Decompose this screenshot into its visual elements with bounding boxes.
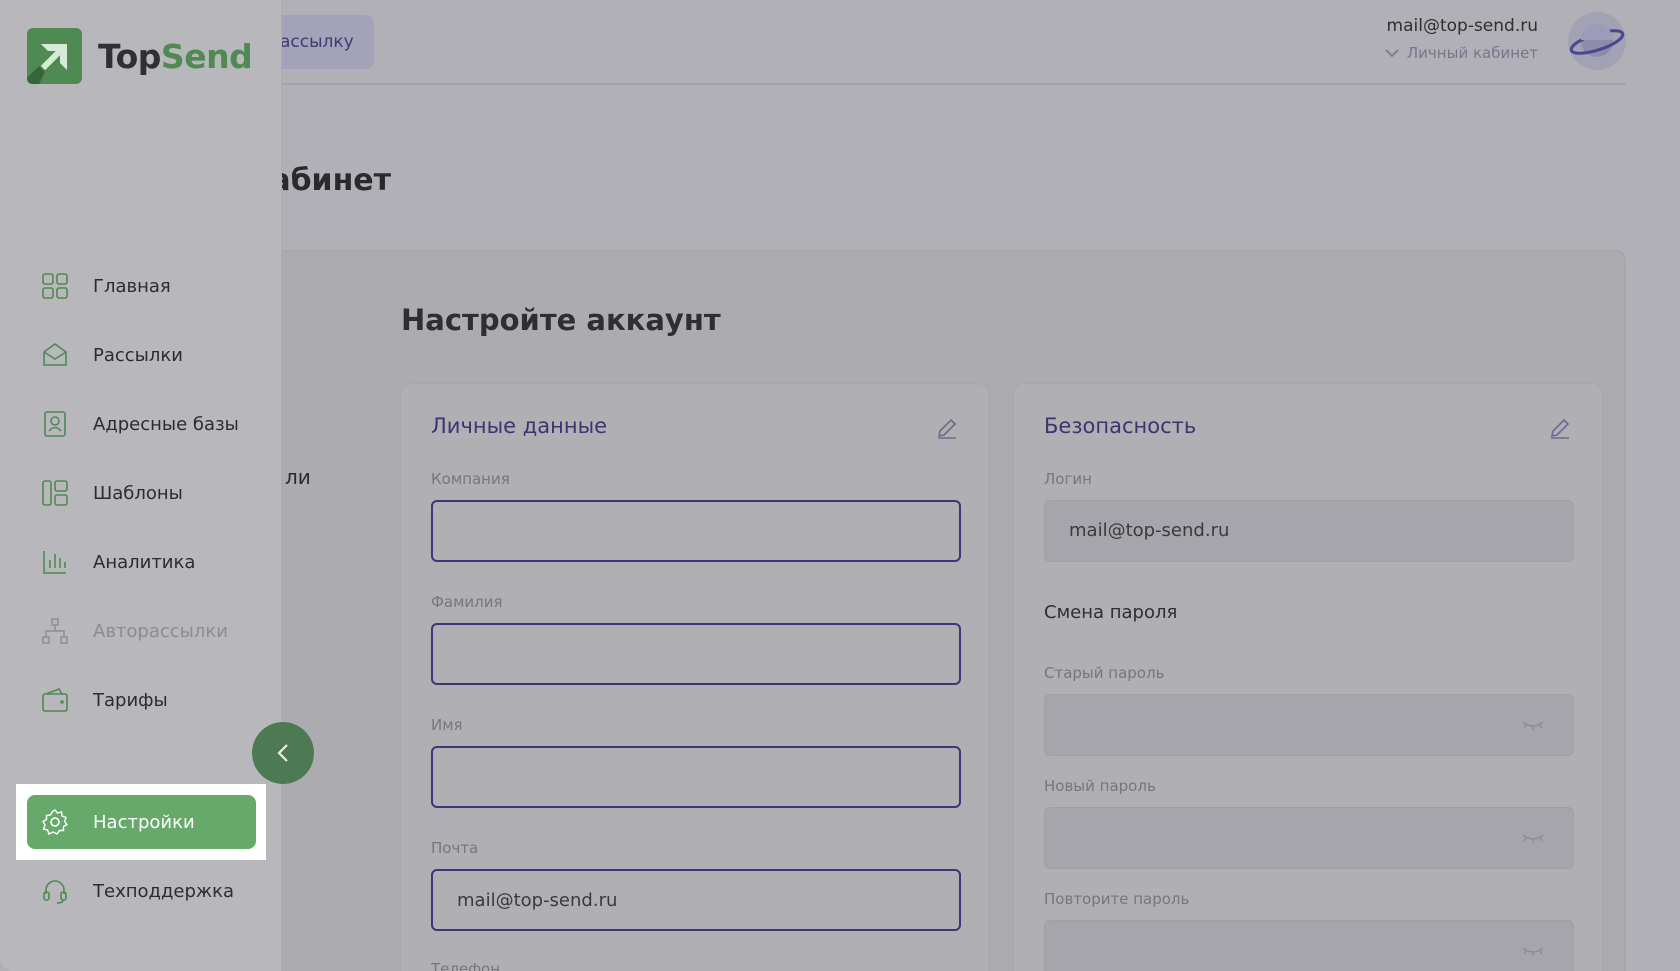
user-email: mail@top-send.ru xyxy=(1386,16,1538,36)
automation-icon xyxy=(42,618,68,644)
analytics-icon xyxy=(43,551,66,574)
personal-data-title: Личные данные xyxy=(431,414,608,438)
eye-closed-icon[interactable] xyxy=(1521,717,1545,733)
repeat-password-label: Повторите пароль xyxy=(1044,890,1190,908)
sidebar-item-label: Адресные базы xyxy=(93,413,239,435)
sidebar-item-label: Настройки xyxy=(93,811,195,833)
sidebar-item-tariffs[interactable]: Тарифы xyxy=(27,673,256,727)
logo-text: TopSend xyxy=(98,36,253,76)
sidebar-item-templates[interactable]: Шаблоны xyxy=(27,466,256,520)
edit-icon[interactable] xyxy=(1548,416,1572,440)
login-field: mail@top-send.ru xyxy=(1044,500,1574,562)
sidebar-item-label: Авторассылки xyxy=(93,620,228,642)
chevron-down-icon xyxy=(1385,48,1399,57)
settings-tab-fragment[interactable]: ли xyxy=(285,465,311,489)
logo-mark-icon xyxy=(27,28,82,84)
sidebar-item-label: Главная xyxy=(93,275,171,297)
company-label: Компания xyxy=(431,470,510,488)
password-change-title: Смена пароля xyxy=(1044,602,1178,623)
edit-icon[interactable] xyxy=(935,416,959,440)
planet-icon xyxy=(1569,24,1625,57)
logo-text-top: Top xyxy=(98,36,161,76)
security-panel: Безопасность Логин mail@top-send.ru Смен… xyxy=(1013,383,1603,971)
sidebar-item-label: Рассылки xyxy=(93,344,183,366)
sidebar-item-analytics[interactable]: Аналитика xyxy=(27,535,256,589)
email-input[interactable]: mail@top-send.ru xyxy=(431,869,961,931)
collapse-sidebar-button[interactable] xyxy=(252,722,314,784)
new-password-input[interactable] xyxy=(1044,807,1574,869)
contacts-icon xyxy=(44,411,66,437)
personal-data-panel: Личные данные Компания Фамилия Имя Почта… xyxy=(400,383,990,971)
logo[interactable]: TopSend xyxy=(27,28,253,84)
new-password-label: Новый пароль xyxy=(1044,777,1156,795)
mail-icon xyxy=(43,343,67,366)
first-name-label: Имя xyxy=(431,716,463,734)
first-name-input[interactable] xyxy=(431,746,961,808)
sidebar-item-label: Техподдержка xyxy=(93,880,235,902)
sidebar-item-address-books[interactable]: Адресные базы xyxy=(27,397,256,451)
sidebar: TopSend Главная Рассылки Адресные базы Ш… xyxy=(0,0,282,971)
old-password-label: Старый пароль xyxy=(1044,664,1165,682)
dashboard-icon xyxy=(42,273,68,299)
account-link-label: Личный кабинет xyxy=(1406,44,1538,62)
chevron-left-icon xyxy=(277,744,288,762)
security-title: Безопасность xyxy=(1044,414,1197,438)
sidebar-item-settings[interactable]: Настройки xyxy=(27,795,256,849)
templates-icon xyxy=(42,480,68,506)
sidebar-item-mailings[interactable]: Рассылки xyxy=(27,328,256,382)
sidebar-item-label: Шаблоны xyxy=(93,482,183,504)
repeat-password-input[interactable] xyxy=(1044,920,1574,971)
logo-text-send: Send xyxy=(160,36,253,76)
headset-icon xyxy=(43,880,67,904)
user-block[interactable]: mail@top-send.ru Личный кабинет xyxy=(1385,16,1538,62)
eye-closed-icon[interactable] xyxy=(1521,943,1545,959)
phone-label: Телефон xyxy=(431,960,501,971)
last-name-label: Фамилия xyxy=(431,593,503,611)
login-label: Логин xyxy=(1044,470,1092,488)
section-title: Настройте аккаунт xyxy=(401,303,721,337)
sidebar-item-automations[interactable]: Авторассылки xyxy=(27,604,256,658)
gear-icon xyxy=(42,809,69,835)
old-password-input[interactable] xyxy=(1044,694,1574,756)
account-menu-link[interactable]: Личный кабинет xyxy=(1385,44,1538,62)
eye-closed-icon[interactable] xyxy=(1521,830,1545,846)
sidebar-item-label: Тарифы xyxy=(93,689,168,711)
email-label: Почта xyxy=(431,839,479,857)
sidebar-item-support[interactable]: Техподдержка xyxy=(27,864,256,918)
company-input[interactable] xyxy=(431,500,961,562)
header-divider xyxy=(258,83,1626,85)
last-name-input[interactable] xyxy=(431,623,961,685)
wallet-icon xyxy=(42,688,68,712)
avatar[interactable] xyxy=(1568,12,1626,70)
sidebar-item-dashboard[interactable]: Главная xyxy=(27,259,256,313)
sidebar-item-label: Аналитика xyxy=(93,551,196,573)
